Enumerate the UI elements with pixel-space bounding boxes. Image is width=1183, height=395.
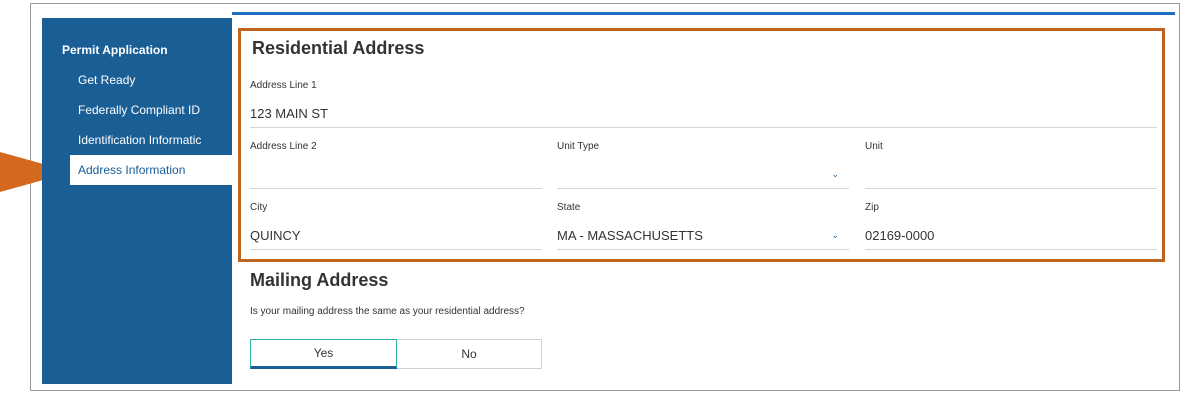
sidebar-item-get-ready[interactable]: Get Ready [78, 73, 232, 87]
yes-button[interactable]: Yes [250, 339, 397, 369]
zip-field[interactable]: Zip 02169-0000 [865, 202, 1157, 250]
zip-value: 02169-0000 [865, 228, 935, 243]
mailing-same-question: Is your mailing address the same as your… [250, 306, 525, 317]
top-accent-line [232, 12, 1175, 15]
chevron-down-icon: ⌄ [831, 169, 839, 179]
sidebar-item-federally-compliant-id[interactable]: Federally Compliant ID [78, 103, 232, 117]
city-label: City [250, 202, 268, 213]
residential-address-title: Residential Address [252, 38, 425, 58]
city-value: QUINCY [250, 228, 301, 243]
address-line-1-value: 123 MAIN ST [250, 106, 329, 121]
unit-type-select[interactable]: Unit Type ⌄ [557, 141, 849, 189]
zip-label: Zip [865, 202, 879, 213]
chevron-down-icon: ⌄ [831, 230, 839, 240]
state-value: MA - MASSACHUSETTS [557, 228, 703, 243]
state-label: State [557, 202, 581, 213]
no-button[interactable]: No [397, 339, 542, 369]
address-line-1-field[interactable]: Address Line 1 123 MAIN ST [250, 80, 1157, 128]
unit-field[interactable]: Unit [865, 141, 1157, 189]
unit-type-label: Unit Type [557, 141, 600, 152]
sidebar-item-identification-information[interactable]: Identification Informatic [78, 133, 232, 147]
sidebar-heading: Permit Application [62, 43, 168, 57]
address-line-1-label: Address Line 1 [250, 80, 317, 91]
address-line-2-label: Address Line 2 [250, 141, 317, 152]
sidebar-item-address-information[interactable]: Address Information [70, 155, 232, 185]
mailing-address-title: Mailing Address [250, 270, 389, 290]
unit-label: Unit [865, 141, 883, 152]
state-select[interactable]: State MA - MASSACHUSETTS ⌄ [557, 202, 849, 250]
city-field[interactable]: City QUINCY [250, 202, 542, 250]
address-line-2-field[interactable]: Address Line 2 [250, 141, 542, 189]
sidebar: Permit Application Get Ready Federally C… [42, 18, 232, 384]
